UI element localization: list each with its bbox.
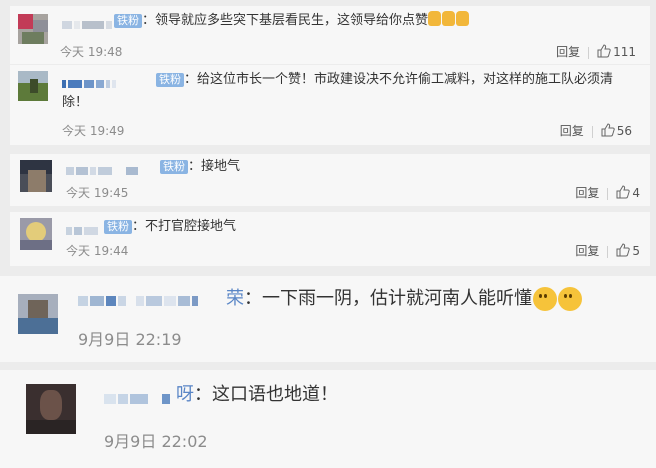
thumbs-up-icon (456, 11, 470, 26)
username[interactable] (78, 290, 200, 310)
comment-time: 9月9日 22:19 (78, 330, 182, 349)
comment-card: 荣：一下雨一阴，估计就河南人能听懂 9月9日 22:19 (0, 276, 656, 362)
thumbs-up-icon (428, 11, 442, 26)
divider (607, 187, 609, 200)
username[interactable] (62, 73, 118, 88)
avatar[interactable] (20, 218, 52, 250)
thinking-face-icon (558, 287, 582, 311)
divider (591, 125, 593, 138)
comment-text: 呀：这口语也地道！ (176, 384, 338, 405)
comment-text: 荣：一下雨一阴，估计就河南人能听懂 (226, 286, 582, 312)
comment-text: 铁粉 ：领导就应多些突下基层看民生，这领导给你点赞 (114, 10, 470, 31)
username-tail[interactable]: 呀 (176, 384, 194, 405)
fan-badge: 铁粉 (114, 13, 142, 28)
comment-text: 铁粉 ：不打官腔接地气 (104, 216, 236, 237)
divider (588, 46, 590, 59)
like-button[interactable]: 56 (601, 123, 632, 138)
like-count: 56 (616, 124, 632, 138)
reply-button[interactable]: 回复 (575, 186, 599, 200)
comment-time: 今天 19:49 (62, 124, 125, 138)
thumbs-up-icon (442, 11, 456, 26)
comment-card: 铁粉 ：不打官腔接地气 今天 19:44 回复 5 (10, 212, 650, 266)
fan-badge: 铁粉 (156, 72, 184, 87)
comment-actions: 回复 4 (575, 184, 640, 201)
username[interactable] (104, 388, 172, 408)
comment-card: 铁粉 ：给这位市长一个赞！市政建设决不允许偷工减料，对这样的施工队必须清 除！ 今… (10, 65, 650, 145)
comment-time: 今天 19:48 (60, 45, 123, 59)
like-count: 4 (632, 186, 640, 200)
reply-button[interactable]: 回复 (575, 244, 599, 258)
comment-card: 呀：这口语也地道！ 9月9日 22:02 (0, 370, 656, 468)
comment-time: 今天 19:45 (66, 186, 129, 200)
thumbs-up-icon (616, 243, 631, 257)
like-count: 111 (613, 45, 636, 59)
comment-time: 今天 19:44 (66, 244, 129, 258)
avatar[interactable] (18, 71, 48, 101)
thumbs-up-icon (601, 123, 615, 137)
avatar[interactable] (18, 14, 48, 44)
avatar[interactable] (26, 384, 76, 434)
fan-badge: 铁粉 (104, 219, 132, 234)
fan-badge: 铁粉 (160, 159, 188, 174)
username-tail[interactable]: 荣 (226, 288, 244, 309)
comment-text-cont: 除！ (62, 95, 89, 110)
like-button[interactable]: 111 (597, 44, 636, 59)
reply-button[interactable]: 回复 (560, 124, 584, 138)
thumbs-up-icon (597, 44, 611, 58)
avatar[interactable] (18, 294, 58, 334)
comment-actions: 回复 5 (575, 242, 640, 259)
comment-actions: 回复 111 (556, 43, 636, 60)
avatar[interactable] (20, 160, 52, 192)
divider (607, 245, 609, 258)
username[interactable] (66, 160, 140, 175)
comment-actions: 回复 56 (560, 122, 632, 139)
username[interactable] (62, 14, 118, 29)
comment-card: 铁粉 ：接地气 今天 19:45 回复 4 (10, 154, 650, 206)
like-button[interactable]: 5 (616, 243, 640, 258)
comment-card: 铁粉 ：领导就应多些突下基层看民生，这领导给你点赞 今天 19:48 回复 111 (10, 6, 650, 64)
comment-time: 9月9日 22:02 (104, 432, 208, 451)
username[interactable] (66, 220, 102, 235)
thinking-face-icon (533, 287, 557, 311)
like-button[interactable]: 4 (616, 185, 640, 200)
comment-text: 铁粉 ：接地气 (160, 156, 240, 177)
thumbs-up-icon (616, 185, 631, 199)
reply-button[interactable]: 回复 (556, 45, 580, 59)
comment-text: 铁粉 ：给这位市长一个赞！市政建设决不允许偷工减料，对这样的施工队必须清 (156, 69, 613, 90)
like-count: 5 (632, 244, 640, 258)
